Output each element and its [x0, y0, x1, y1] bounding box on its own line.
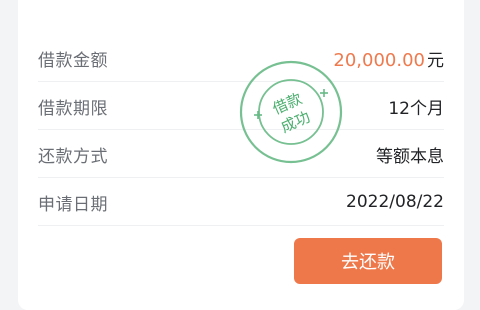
loan-amount-value-group: 20,000.00 元 [333, 46, 444, 71]
loan-term-label: 借款期限 [38, 98, 108, 119]
loan-term-value: 12个月 [388, 98, 444, 119]
repay-button[interactable]: 去还款 [294, 238, 442, 284]
loan-amount-value: 20,000.00 [333, 49, 425, 71]
repayment-method-value: 等额本息 [376, 146, 444, 167]
loan-detail-card: 借款金额 20,000.00 元 借款期限 12个月 还款方式 等额本息 申请日期… [18, 0, 464, 310]
loan-amount-label: 借款金额 [38, 50, 108, 71]
application-date-value: 2022/08/22 [346, 192, 444, 212]
loan-success-stamp: 借款 成功 [237, 58, 345, 166]
row-application-date: 申请日期 2022/08/22 [38, 178, 444, 226]
repayment-method-label: 还款方式 [38, 146, 108, 167]
loan-amount-unit: 元 [427, 50, 444, 71]
application-date-label: 申请日期 [38, 194, 108, 215]
